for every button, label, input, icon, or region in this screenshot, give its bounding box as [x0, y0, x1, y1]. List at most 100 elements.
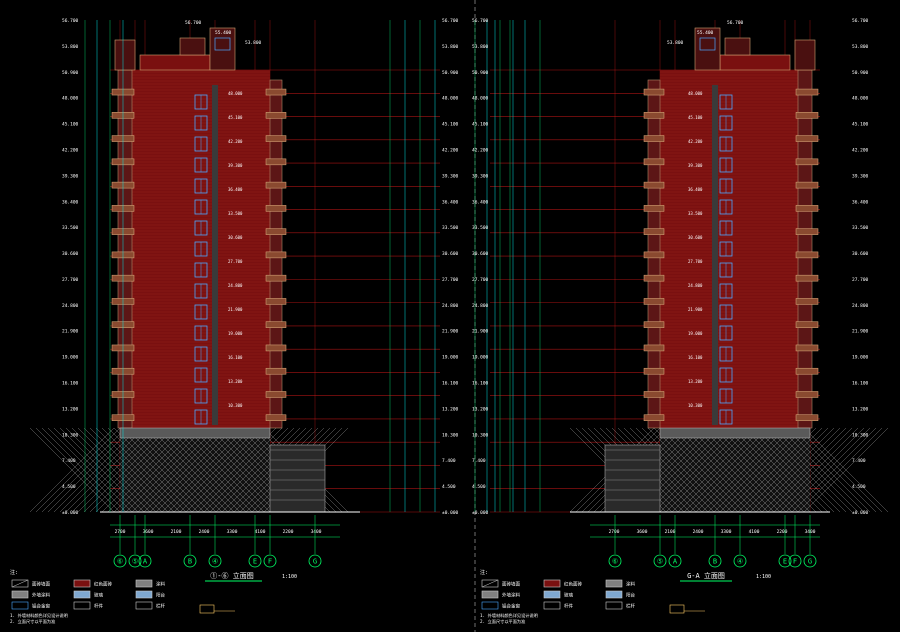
annex-block [604, 444, 661, 513]
balcony-ledge [265, 158, 287, 166]
balcony-ledge [795, 344, 819, 352]
elevation-label-right: 7.400 [442, 458, 456, 464]
floor-elevation-mark: 39.300 [228, 163, 243, 168]
top-elevation-mark: 55.400 [697, 30, 714, 36]
floor-elevation-mark: 42.200 [688, 139, 703, 144]
legend-label: 玻璃 [564, 592, 573, 599]
top-elevation-mark: 53.800 [245, 40, 262, 46]
elevation-label-left: 19.000 [62, 355, 79, 361]
balcony-ledge [265, 228, 287, 235]
floor-elevation-mark: 27.700 [688, 259, 703, 264]
floor-elevation-mark: 45.100 [228, 115, 243, 120]
balcony-ledge [795, 251, 819, 259]
bottom-dimension-text: 3300 [227, 529, 238, 535]
legend-label: 红色面砖 [94, 581, 112, 588]
elevation-label-left: 56.700 [62, 18, 79, 24]
balcony-ledge [643, 344, 665, 352]
elevation-label-right: 39.300 [442, 173, 459, 179]
elevation-label-right: 48.000 [442, 96, 459, 102]
legend-swatch [605, 579, 623, 588]
elevation-label-right: 27.700 [442, 277, 459, 283]
elevation-label-right: 4.500 [852, 484, 866, 490]
legend-swatch [73, 579, 91, 588]
bottom-dimension-text: 3600 [143, 529, 154, 535]
balcony-ledge [795, 205, 819, 212]
elevation-label-left: 4.500 [472, 484, 486, 490]
top-elevation-mark: 56.700 [185, 20, 202, 26]
balcony-ledge [643, 135, 665, 142]
balcony-ledge [795, 298, 819, 305]
elevation-label-left: 27.700 [62, 277, 79, 283]
balcony-ledge [265, 321, 287, 328]
floor-elevation-mark: 39.300 [688, 163, 703, 168]
floor-elevation-mark: 13.200 [228, 379, 243, 384]
floor-elevation-mark: 30.600 [688, 235, 703, 240]
bottom-dimension-text: 2100 [665, 529, 676, 535]
legend-swatch [605, 590, 623, 599]
elevation-label-right: 21.900 [852, 329, 869, 335]
elevation-label-left: 48.000 [472, 96, 489, 102]
elevation-label-left: 24.800 [62, 303, 79, 309]
balcony-ledge [795, 135, 819, 142]
axis-bubble-label: ⑥ [117, 558, 123, 566]
axis-bubble-label: E [253, 558, 257, 566]
balcony-ledge [265, 205, 287, 212]
axis-bubble-label: G [313, 558, 317, 566]
elevation-label-right: 24.800 [442, 303, 459, 309]
elevation-label-left: 39.300 [62, 173, 79, 179]
floor-elevation-mark: 16.100 [228, 355, 243, 360]
elevation-label-left: 10.300 [472, 432, 489, 438]
balcony-ledge [643, 205, 665, 212]
balcony-ledge [265, 344, 287, 352]
floor-elevation-mark: 21.900 [228, 307, 243, 312]
elevation-label-right: 48.000 [852, 96, 869, 102]
elevation-label-left: ±0.000 [62, 510, 79, 516]
floor-elevation-mark: 45.100 [688, 115, 703, 120]
floor-elevation-mark: 42.200 [228, 139, 243, 144]
floor-elevation-mark: 24.800 [228, 283, 243, 288]
podium-band [119, 427, 271, 439]
roof-stair-tower [179, 37, 206, 56]
balcony-ledge [265, 181, 287, 189]
roof-stair-tower [724, 37, 751, 56]
elevation-label-left: 7.400 [62, 458, 76, 464]
shaft-strip [212, 85, 218, 425]
balcony-ledge [643, 181, 665, 189]
right-view-title: G-A 立面图 [687, 571, 725, 580]
elevation-label-right: 33.500 [852, 225, 869, 231]
floor-elevation-mark: 24.800 [688, 283, 703, 288]
elevation-label-right: 33.500 [442, 225, 459, 231]
floor-elevation-mark: 10.300 [228, 403, 243, 408]
floor-elevation-mark: 33.500 [228, 211, 243, 216]
elevation-label-right: 42.200 [442, 147, 459, 153]
elevation-label-left: 27.700 [472, 277, 489, 283]
elevation-label-right: ±0.000 [442, 510, 459, 516]
balcony-ledge [643, 251, 665, 259]
bottom-dimension-text: 4100 [749, 529, 760, 535]
elevation-label-left: 13.200 [472, 406, 489, 412]
balcony-ledge [643, 112, 665, 119]
elevation-label-left: 50.900 [472, 70, 489, 76]
elevation-label-left: 33.500 [62, 225, 79, 231]
legend-label: 涂料 [626, 581, 635, 588]
elevation-label-right: 13.200 [852, 406, 869, 412]
elevation-label-left: 42.200 [472, 147, 489, 153]
elevation-label-left: 13.200 [62, 406, 79, 412]
drawing-canvas: 56.700 56.700 53.800 53.800 50.900 50.900 48.0… [0, 0, 900, 632]
elevation-label-left: 45.100 [62, 122, 79, 128]
elevation-label-left: 16.100 [62, 381, 79, 387]
balcony-ledge [795, 274, 819, 282]
elevation-label-right: 21.900 [442, 329, 459, 335]
axis-bubble-label: ④ [212, 558, 218, 566]
podium-band [659, 427, 811, 439]
legend-header: 注: [10, 569, 18, 576]
elevation-label-right: 53.800 [442, 44, 459, 50]
bottom-dimension-text: 2200 [777, 529, 788, 535]
legend-label: 铝合金窗 [32, 603, 50, 610]
balcony-ledge [643, 88, 665, 96]
shaft-strip [712, 85, 718, 425]
roof-corner-element [794, 39, 816, 71]
floor-elevation-mark: 19.000 [688, 331, 703, 336]
legend-swatch [543, 590, 561, 599]
top-elevation-mark: 53.800 [667, 40, 684, 46]
